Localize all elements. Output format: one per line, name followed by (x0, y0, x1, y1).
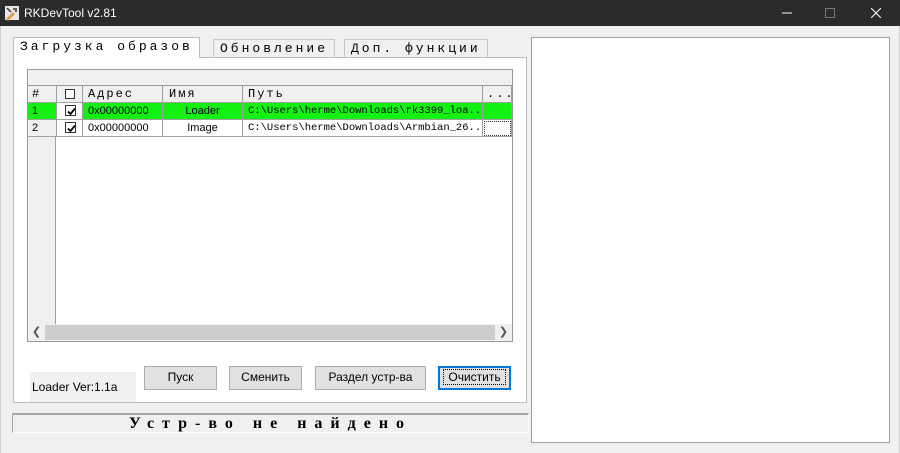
row-check-cell[interactable] (57, 103, 83, 120)
col-header-address[interactable]: Адрес (83, 86, 163, 103)
table-row[interactable]: 1 0x00000000 Loader C:\Users\herme\Downl… (28, 103, 512, 120)
col-header-name[interactable]: Имя (163, 86, 243, 103)
row-browse-button[interactable] (483, 103, 512, 120)
row-path[interactable]: C:\Users\herme\Downloads\Armbian_26... (243, 120, 483, 137)
loader-version-label: Loader Ver:1.1a (30, 372, 136, 402)
title-bar[interactable]: RKDevTool v2.81 (0, 0, 900, 26)
download-image-panel: # Адрес Имя Путь ... 1 0x00000000 Loader (13, 57, 527, 403)
col-header-browse[interactable]: ... (483, 86, 512, 103)
scroll-left-icon[interactable]: ❮ (28, 324, 45, 341)
close-icon (871, 8, 881, 18)
tab-download-image[interactable]: Загрузка образов (13, 37, 200, 58)
row-index: 1 (28, 103, 57, 120)
window-title: RKDevTool v2.81 (24, 6, 117, 20)
main-window: Загрузка образов Обновление Доп. функции… (0, 26, 900, 453)
maximize-icon (825, 8, 835, 18)
row-address[interactable]: 0x00000000 (83, 103, 163, 120)
row-address[interactable]: 0x00000000 (83, 120, 163, 137)
tab-advanced-functions[interactable]: Доп. функции (344, 39, 488, 57)
close-button[interactable] (853, 0, 899, 26)
image-grid[interactable]: # Адрес Имя Путь ... 1 0x00000000 Loader (27, 69, 513, 342)
table-row[interactable]: 2 0x00000000 Image C:\Users\herme\Downlo… (28, 120, 512, 137)
log-panel[interactable] (531, 37, 890, 443)
clear-button[interactable]: Очистить (438, 366, 511, 390)
grid-top-bar (28, 70, 512, 86)
row-name[interactable]: Loader (163, 103, 243, 120)
row-check-cell[interactable] (57, 120, 83, 137)
device-status-bar: Устр-во не найдено (12, 413, 529, 433)
minimize-button[interactable] (764, 0, 810, 26)
scroll-right-icon[interactable]: ❯ (495, 324, 512, 341)
row-checkbox[interactable] (65, 105, 76, 116)
checkmark-icon (67, 107, 76, 116)
tab-upgrade[interactable]: Обновление (213, 39, 336, 57)
run-button[interactable]: Пуск (144, 366, 217, 390)
row-checkbox[interactable] (65, 122, 76, 133)
checkmark-icon (67, 124, 76, 133)
row-index: 2 (28, 120, 57, 137)
col-header-check[interactable] (57, 86, 83, 103)
row-browse-button[interactable] (483, 120, 512, 137)
device-partition-button[interactable]: Раздел устр-ва (315, 366, 426, 390)
horizontal-scrollbar[interactable]: ❮ ❯ (28, 324, 512, 341)
col-header-path[interactable]: Путь (243, 86, 483, 103)
maximize-button[interactable] (807, 0, 853, 26)
header-checkbox[interactable] (65, 89, 75, 99)
scroll-thumb[interactable] (45, 325, 495, 340)
clear-button-label: Очистить (443, 369, 506, 385)
col-header-index[interactable]: # (28, 86, 57, 103)
grid-header-row: # Адрес Имя Путь ... (28, 86, 512, 103)
rk-tool-icon (5, 6, 19, 21)
row-name[interactable]: Image (163, 120, 243, 137)
switch-button[interactable]: Сменить (229, 366, 302, 390)
minimize-icon (782, 12, 792, 14)
row-path[interactable]: C:\Users\herme\Downloads\rk3399_loa... (243, 103, 483, 120)
